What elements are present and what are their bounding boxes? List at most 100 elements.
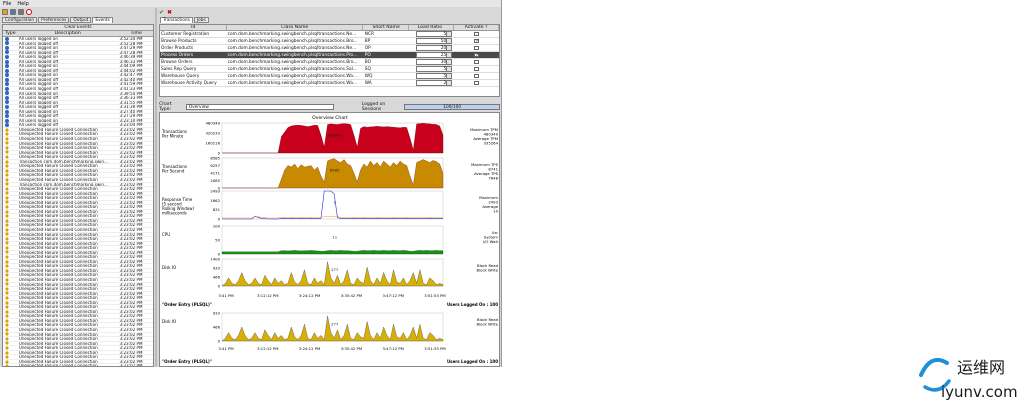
activate-checkbox[interactable] bbox=[474, 38, 479, 44]
event-time: 3:23:02 PM bbox=[119, 300, 143, 305]
event-time: 3:23:02 PM bbox=[119, 346, 143, 350]
chart-type-select[interactable]: Overview bbox=[185, 104, 334, 110]
warning-icon bbox=[5, 295, 9, 300]
event-description: Unexpected Failure Closed Connection bbox=[18, 223, 98, 227]
event-description: All users logged off bbox=[18, 59, 59, 64]
y-tick-label: 8585 bbox=[210, 156, 220, 161]
split-divider[interactable] bbox=[155, 8, 157, 367]
tab-preferences[interactable]: Preferences bbox=[38, 17, 70, 23]
activate-checkbox[interactable] bbox=[474, 66, 479, 72]
transaction-row[interactable]: Process Orders com.dom.benchmarking.swing… bbox=[160, 52, 499, 59]
activate-checkbox[interactable] bbox=[474, 59, 479, 65]
activate-checkbox[interactable] bbox=[474, 45, 479, 51]
warning-icon bbox=[5, 305, 9, 310]
event-type-icon bbox=[3, 45, 17, 50]
col-description[interactable]: Description bbox=[17, 31, 117, 36]
tab-output[interactable]: Output bbox=[70, 17, 92, 23]
tab-events[interactable]: Events bbox=[92, 17, 113, 23]
col-activate[interactable]: Activate ? bbox=[454, 25, 499, 30]
event-type-icon bbox=[3, 145, 17, 150]
load-ratio-spinner[interactable]: 25 bbox=[416, 52, 453, 58]
event-row[interactable]: Unexpected Failure Closed Connection 3:23… bbox=[3, 364, 153, 366]
event-time: 3:23:10 PM bbox=[119, 118, 143, 123]
event-type-icon bbox=[3, 245, 17, 250]
footer-benchmark: "Order Entry (PLSQL)" bbox=[162, 359, 212, 364]
col-class-name[interactable]: Class Name bbox=[227, 25, 363, 30]
event-description: All users logged off bbox=[18, 114, 59, 118]
tx-short-name: WA bbox=[364, 81, 372, 86]
stop-icon[interactable] bbox=[26, 9, 32, 15]
warning-icon bbox=[5, 355, 9, 360]
event-type-icon bbox=[3, 255, 17, 260]
transactions-body: Customer Registration com.dom.benchmarkin… bbox=[160, 31, 499, 87]
y-tick-label: 1662 bbox=[210, 198, 220, 203]
event-type-icon bbox=[3, 36, 17, 41]
open-icon[interactable] bbox=[2, 9, 8, 15]
activate-checkbox[interactable] bbox=[474, 73, 479, 79]
event-description: Unexpected Failure Closed Connection bbox=[18, 205, 98, 209]
swingbench-window: File Help Configuration Preferences Outp… bbox=[0, 0, 502, 367]
warning-icon bbox=[5, 150, 9, 155]
event-time: 3:44:09 PM bbox=[119, 64, 143, 68]
transaction-row[interactable]: Browse Products com.dom.benchmarking.swin… bbox=[160, 38, 499, 45]
event-type-icon bbox=[3, 345, 17, 350]
warning-icon bbox=[5, 173, 9, 178]
event-time: 3:47:29 PM bbox=[119, 46, 143, 50]
settings-icon[interactable] bbox=[18, 9, 24, 15]
transaction-row[interactable]: Order Products com.dom.benchmarking.swing… bbox=[160, 45, 499, 52]
transaction-row[interactable]: Warehouse Query com.dom.benchmarking.swin… bbox=[160, 73, 499, 80]
tab-configuration[interactable]: Configuration bbox=[2, 17, 38, 23]
event-description: All users logged on bbox=[18, 46, 58, 50]
event-type-icon bbox=[3, 195, 17, 200]
transaction-row[interactable]: Sales Rep Query com.dom.benchmarking.swin… bbox=[160, 66, 499, 73]
event-description: Unexpected Failure Closed Connection bbox=[18, 268, 98, 273]
info-icon bbox=[5, 77, 9, 82]
activate-checkbox[interactable] bbox=[474, 31, 479, 37]
tab-transactions[interactable]: Transactions bbox=[160, 17, 193, 23]
event-description: Unexpected Failure Closed Connection bbox=[18, 305, 98, 309]
col-load-ratio[interactable]: Load Ratio bbox=[409, 25, 455, 30]
load-ratio-spinner[interactable]: 5 bbox=[416, 73, 453, 79]
event-description: All users logged off bbox=[18, 123, 59, 127]
load-ratio-spinner[interactable]: 50 bbox=[416, 38, 453, 44]
activate-checkbox[interactable] bbox=[474, 80, 479, 86]
col-short-name[interactable]: Short Name bbox=[363, 25, 409, 30]
event-type-icon bbox=[3, 264, 17, 269]
event-type-icon bbox=[3, 236, 17, 241]
load-ratio-spinner[interactable]: 20 bbox=[416, 45, 453, 51]
warning-icon bbox=[5, 200, 9, 205]
activate-checkbox[interactable] bbox=[474, 52, 479, 58]
event-time: 3:42:40 PM bbox=[119, 77, 143, 82]
info-icon bbox=[5, 82, 9, 87]
save-icon[interactable] bbox=[10, 9, 16, 15]
warning-icon bbox=[5, 282, 9, 287]
events-list[interactable]: All users logged on 3:52:34 PM All users l… bbox=[3, 36, 153, 366]
load-ratio-spinner[interactable]: 5 bbox=[416, 66, 453, 72]
transaction-row[interactable]: Warehouse Activity Query com.dom.benchmar… bbox=[160, 80, 499, 87]
remove-icon[interactable]: ✖ bbox=[167, 9, 172, 16]
event-description: Unexpected Failure Closed Connection bbox=[18, 332, 98, 337]
event-description: Unexpected Failure Closed Connection bbox=[18, 346, 98, 350]
load-ratio-spinner[interactable]: 2 bbox=[416, 80, 453, 86]
menu-file[interactable]: File bbox=[3, 1, 11, 7]
tab-jobs[interactable]: Jobs bbox=[193, 17, 209, 23]
event-time: 3:44:02 PM bbox=[119, 68, 143, 73]
y-tick-label: 0 bbox=[218, 339, 221, 344]
load-ratio-spinner[interactable]: 5 bbox=[416, 31, 453, 37]
col-id[interactable]: Id bbox=[160, 25, 227, 30]
event-description: Unexpected Failure Closed Connection bbox=[18, 137, 98, 141]
event-description: Unexpected Failure Closed Connection bbox=[18, 314, 98, 318]
event-type-icon bbox=[3, 173, 17, 178]
add-icon[interactable]: ✔ bbox=[159, 9, 164, 16]
tx-short-name: OP bbox=[364, 46, 371, 51]
menu-bar: File Help bbox=[0, 0, 501, 7]
event-description: Unexpected Failure Closed Connection bbox=[18, 209, 98, 214]
info-icon bbox=[5, 109, 9, 114]
col-type[interactable]: Type bbox=[3, 31, 17, 36]
event-time: 3:23:02 PM bbox=[119, 318, 143, 323]
transaction-row[interactable]: Browse Orders com.dom.benchmarking.swingb… bbox=[160, 59, 499, 66]
load-ratio-spinner[interactable]: 30 bbox=[416, 59, 453, 65]
menu-help[interactable]: Help bbox=[17, 1, 28, 7]
col-time[interactable]: Time bbox=[116, 31, 153, 36]
transaction-row[interactable]: Customer Registration com.dom.benchmarkin… bbox=[160, 31, 499, 38]
